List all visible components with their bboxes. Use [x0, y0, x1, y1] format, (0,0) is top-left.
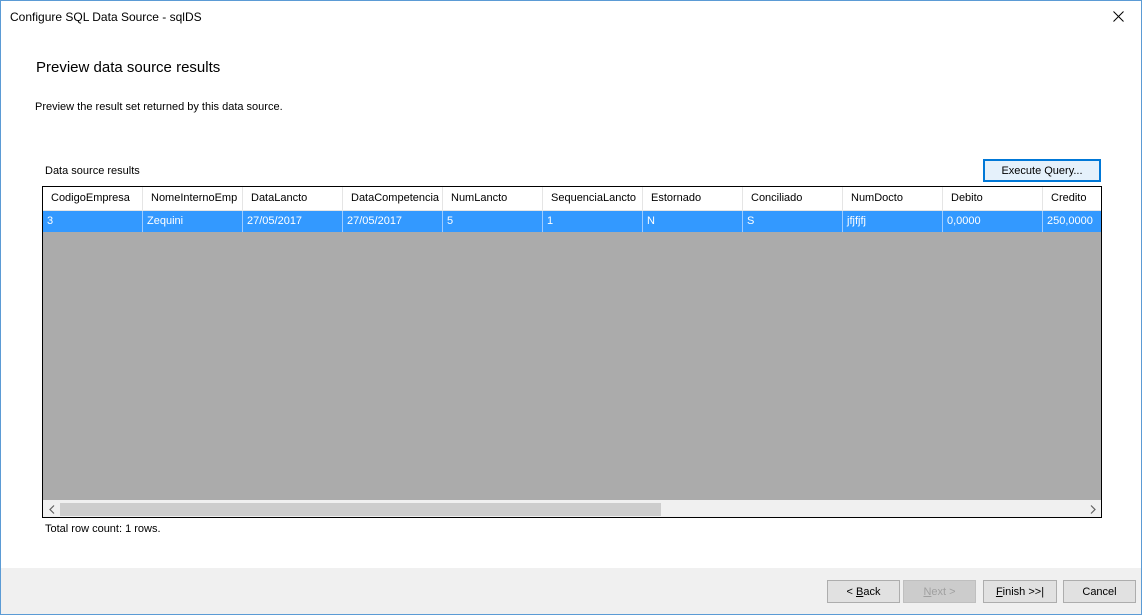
execute-query-label: Execute Query...: [1001, 164, 1083, 177]
column-header[interactable]: CodigoEmpresa: [43, 187, 143, 211]
column-header[interactable]: NumDocto: [843, 187, 943, 211]
column-header[interactable]: NumLancto: [443, 187, 543, 211]
column-header[interactable]: DataCompetencia: [343, 187, 443, 211]
table-row[interactable]: 3 Zequini 27/05/2017 27/05/2017 5 1 N Sjfjfjfj 0…: [43, 211, 1101, 232]
table-cell[interactable]: Zequini: [143, 211, 243, 232]
finish-button[interactable]: Finish >>|: [983, 580, 1057, 603]
column-header[interactable]: Conciliado: [743, 187, 843, 211]
scroll-left-button[interactable]: [43, 501, 60, 517]
column-header[interactable]: Credito: [1043, 187, 1101, 211]
results-grid[interactable]: CodigoEmpresa NomeInternoEmp DataLancto Dat…: [42, 186, 1102, 518]
results-label: Data source results: [45, 165, 140, 177]
cancel-button[interactable]: Cancel: [1063, 580, 1136, 603]
close-button[interactable]: [1095, 1, 1141, 32]
table-cell[interactable]: jfjfjfj: [843, 211, 943, 232]
finish-label: Finish >>|: [995, 585, 1045, 598]
table-cell[interactable]: 27/05/2017: [243, 211, 343, 232]
table-cell[interactable]: 5: [443, 211, 543, 232]
table-cell[interactable]: S: [743, 211, 843, 232]
table-cell[interactable]: 3: [43, 211, 143, 232]
table-cell[interactable]: 0,0000: [943, 211, 1043, 232]
table-cell[interactable]: 250,0000: [1043, 211, 1101, 232]
chevron-left-icon: [48, 505, 54, 514]
column-header[interactable]: NomeInternoEmp: [143, 187, 243, 211]
footer-bar: < Back Next > Finish >>| Cancel: [1, 568, 1141, 614]
execute-query-button[interactable]: Execute Query...: [983, 159, 1101, 182]
close-icon: [1112, 11, 1124, 22]
table-cell[interactable]: N: [643, 211, 743, 232]
column-header[interactable]: Estornado: [643, 187, 743, 211]
column-header[interactable]: SequenciaLancto: [543, 187, 643, 211]
scroll-right-button[interactable]: [1084, 501, 1101, 517]
grid-header: CodigoEmpresa NomeInternoEmp DataLancto Dat…: [43, 187, 1101, 211]
title-bar: Configure SQL Data Source - sqlDS: [1, 1, 1141, 32]
back-button[interactable]: < Back: [827, 580, 900, 603]
dialog-window: Configure SQL Data Source - sqlDS Previe…: [0, 0, 1142, 615]
chevron-right-icon: [1090, 505, 1096, 514]
back-label: < Back: [846, 585, 881, 598]
cancel-label: Cancel: [1082, 585, 1117, 598]
page-description: Preview the result set returned by this …: [35, 101, 283, 113]
scroll-thumb[interactable]: [60, 503, 661, 516]
table-cell[interactable]: 27/05/2017: [343, 211, 443, 232]
horizontal-scrollbar[interactable]: [43, 500, 1101, 517]
column-header[interactable]: DataLancto: [243, 187, 343, 211]
window-title: Configure SQL Data Source - sqlDS: [10, 10, 202, 24]
column-header[interactable]: Debito: [943, 187, 1043, 211]
page-title: Preview data source results: [36, 59, 221, 76]
next-button[interactable]: Next >: [903, 580, 976, 603]
row-count: Total row count: 1 rows.: [45, 523, 161, 535]
next-label: Next >: [923, 585, 956, 598]
table-cell[interactable]: 1: [543, 211, 643, 232]
